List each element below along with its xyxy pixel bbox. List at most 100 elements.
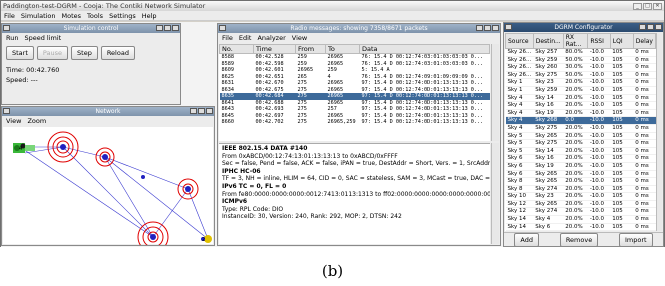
table-cell: 105 bbox=[610, 192, 634, 201]
column-header-rssi[interactable]: RSSI bbox=[587, 33, 611, 49]
table-cell: Sky 1 bbox=[505, 78, 534, 87]
simulation-menubar: Run Speed limit bbox=[2, 33, 180, 43]
column-header-destination[interactable]: Destin... bbox=[532, 33, 564, 49]
column-header-delay[interactable]: Delay bbox=[632, 33, 656, 49]
menu-settings[interactable]: Settings bbox=[106, 12, 139, 20]
menu-view[interactable]: View bbox=[292, 34, 307, 42]
simulation-control-titlebar[interactable]: Simulation control bbox=[2, 24, 180, 33]
window-menu-icon[interactable] bbox=[505, 24, 512, 30]
details-scrollbar[interactable] bbox=[491, 143, 499, 244]
motes[interactable] bbox=[60, 144, 191, 240]
close-icon[interactable] bbox=[172, 25, 179, 31]
column-header-no[interactable]: No. bbox=[219, 44, 254, 54]
table-row[interactable]: Sky 4 Sky 16 20.0% -10.0 105 0 ms bbox=[505, 101, 656, 110]
close-icon[interactable] bbox=[206, 108, 213, 114]
table-row[interactable]: Sky 26... Sky 257 80.0% -10.0 105 0 ms bbox=[505, 48, 656, 57]
table-row[interactable]: Sky 26... Sky 259 50.0% -10.0 105 0 ms bbox=[505, 56, 656, 65]
menu-zoom[interactable]: Zoom bbox=[27, 117, 46, 125]
menu-help[interactable]: Help bbox=[139, 12, 160, 20]
window-menu-icon[interactable] bbox=[3, 108, 10, 114]
pause-button[interactable]: Pause bbox=[36, 46, 69, 60]
table-cell: 105 bbox=[610, 200, 634, 209]
network-canvas[interactable]: 4 2 bbox=[3, 127, 215, 253]
table-row[interactable]: Sky 8 Sky 265 20.0% -10.0 105 0 ms bbox=[505, 177, 656, 186]
menu-analyzer[interactable]: Analyzer bbox=[257, 34, 285, 42]
menu-run[interactable]: Run bbox=[6, 34, 18, 42]
mote-cluster-right[interactable]: 2 bbox=[201, 235, 212, 243]
table-row[interactable]: Sky 5 Sky 265 20.0% -10.0 105 0 ms bbox=[505, 132, 656, 141]
table-row[interactable]: Sky 4 Sky 14 20.0% -10.0 105 0 ms bbox=[505, 94, 656, 103]
table-row[interactable]: 8588 00:42.528 259 26965 76: 15.4 D 00:12:74… bbox=[220, 54, 490, 61]
menu-speed-limit[interactable]: Speed limit bbox=[24, 34, 61, 42]
dgrm-configurator-titlebar[interactable]: DGRM Configurator bbox=[504, 23, 663, 32]
table-row[interactable]: Sky 1 Sky 23 20.0% -10.0 105 0 ms bbox=[505, 78, 656, 87]
column-header-data[interactable]: Data bbox=[359, 44, 490, 54]
table-row[interactable]: Sky 26... Sky 260 30.0% -10.0 105 0 ms bbox=[505, 63, 656, 72]
add-button[interactable]: Add bbox=[514, 232, 539, 247]
menu-motes[interactable]: Motes bbox=[59, 12, 85, 20]
table-cell: 20.0% bbox=[563, 200, 588, 209]
column-header-time[interactable]: Time bbox=[253, 44, 296, 54]
table-row[interactable]: 8660 00:42.702 275 26965,259 97: 15.4 D 00:1… bbox=[220, 119, 490, 126]
minimize-icon[interactable] bbox=[156, 25, 163, 31]
minimize-icon[interactable]: _ bbox=[633, 2, 642, 10]
table-row[interactable]: Sky 5 Sky 14 20.0% -10.0 105 0 ms bbox=[505, 147, 656, 156]
column-header-source[interactable]: Source bbox=[505, 33, 534, 49]
minimize-icon[interactable] bbox=[190, 108, 197, 114]
table-row[interactable]: Sky 14 Sky 4 20.0% -10.0 105 0 ms bbox=[505, 215, 656, 224]
radio-messages-titlebar[interactable]: Radio messages: showing 7358/8671 packet… bbox=[218, 24, 500, 33]
step-button[interactable]: Step bbox=[71, 46, 98, 60]
network-titlebar[interactable]: Network bbox=[2, 107, 214, 116]
column-header-to[interactable]: To bbox=[325, 44, 360, 54]
table-row[interactable]: Sky 1 Sky 259 20.0% -10.0 105 0 ms bbox=[505, 86, 656, 95]
close-icon[interactable] bbox=[492, 25, 499, 31]
column-header-lqi[interactable]: LQI bbox=[609, 33, 634, 49]
close-icon[interactable] bbox=[655, 24, 662, 30]
menu-tools[interactable]: Tools bbox=[84, 12, 106, 20]
table-row[interactable]: Sky 14 Sky 6 20.0% -10.0 105 0 ms bbox=[505, 223, 656, 231]
menu-edit[interactable]: Edit bbox=[239, 34, 252, 42]
close-icon[interactable]: ✕ bbox=[653, 2, 662, 10]
maximize-icon[interactable] bbox=[198, 108, 205, 114]
reload-button[interactable]: Reload bbox=[100, 46, 135, 60]
table-cell: 20.0% bbox=[563, 223, 588, 231]
minimize-icon[interactable] bbox=[639, 24, 646, 30]
table-cell: 105 bbox=[610, 147, 634, 156]
column-header-rx-ratio[interactable]: RX Rat... bbox=[562, 33, 589, 49]
column-header-from[interactable]: From bbox=[295, 44, 326, 54]
menu-file[interactable]: File bbox=[1, 12, 18, 20]
table-cell: Sky 26... bbox=[505, 63, 534, 72]
menu-file[interactable]: File bbox=[222, 34, 233, 42]
packet-table-scrollbar[interactable] bbox=[491, 44, 499, 141]
table-cell: 0 ms bbox=[633, 48, 656, 57]
table-row[interactable]: Sky 8 Sky 274 20.0% -10.0 105 0 ms bbox=[505, 185, 656, 194]
import-button[interactable]: Import bbox=[619, 232, 653, 247]
table-row[interactable]: Sky 26... Sky 275 50.0% -10.0 105 0 ms bbox=[505, 71, 656, 80]
table-row[interactable]: Sky 6 Sky 265 20.0% -10.0 105 0 ms bbox=[505, 170, 656, 179]
table-row[interactable]: Sky 4 Sky 268 0.0 -10.0 105 0 ms bbox=[505, 116, 656, 125]
window-menu-icon[interactable] bbox=[3, 25, 10, 31]
table-row[interactable]: Sky 6 Sky 16 20.0% -10.0 105 0 ms bbox=[505, 154, 656, 163]
table-row[interactable]: Sky 4 Sky 275 20.0% -10.0 105 0 ms bbox=[505, 124, 656, 133]
table-row[interactable]: Sky 4 Sky 19 20.0% -10.0 105 0 ms bbox=[505, 109, 656, 118]
remove-button[interactable]: Remove bbox=[559, 232, 599, 247]
network-graph[interactable]: 4 2 bbox=[3, 127, 215, 253]
table-row[interactable]: Sky 6 Sky 19 20.0% -10.0 105 0 ms bbox=[505, 162, 656, 171]
maximize-icon[interactable] bbox=[164, 25, 171, 31]
maximize-icon[interactable] bbox=[647, 24, 654, 30]
menu-view[interactable]: View bbox=[6, 117, 21, 125]
minimize-icon[interactable] bbox=[476, 25, 483, 31]
menu-simulation[interactable]: Simulation bbox=[18, 12, 59, 20]
link-table-scrollbar[interactable] bbox=[656, 33, 662, 231]
table-row[interactable]: Sky 12 Sky 265 20.0% -10.0 105 0 ms bbox=[505, 200, 656, 209]
start-button[interactable]: Start bbox=[6, 46, 34, 60]
table-cell: 20.0% bbox=[563, 170, 588, 179]
table-row[interactable]: Sky 5 Sky 275 20.0% -10.0 105 0 ms bbox=[505, 139, 656, 148]
table-row[interactable]: Sky 10 Sky 23 20.0% -10.0 105 0 ms bbox=[505, 192, 656, 201]
table-row[interactable]: Sky 12 Sky 274 20.0% -10.0 105 0 ms bbox=[505, 207, 656, 217]
table-cell: 20.0% bbox=[563, 124, 588, 133]
maximize-icon[interactable] bbox=[484, 25, 491, 31]
maximize-icon[interactable]: □ bbox=[643, 2, 652, 10]
mote-cluster-left[interactable]: 4 bbox=[13, 143, 35, 153]
window-menu-icon[interactable] bbox=[219, 25, 226, 31]
